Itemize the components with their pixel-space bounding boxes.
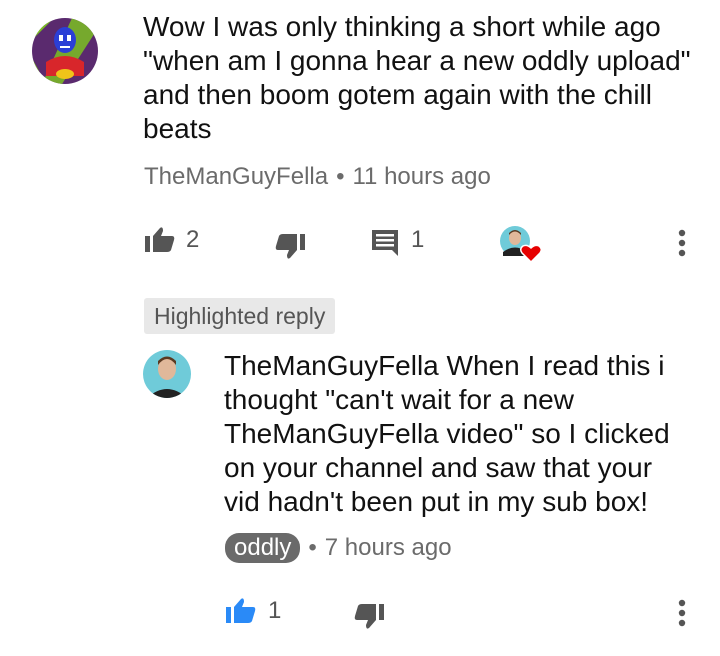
reply-like-count: 1 (268, 597, 282, 624)
meta-separator: • (308, 534, 317, 561)
reply-body: TheManGuyFella When I read this i though… (224, 349, 694, 519)
comment-time: 11 hours ago (352, 163, 491, 190)
highlighted-reply-badge: Highlighted reply (144, 298, 336, 334)
meta-separator: • (336, 163, 345, 190)
creator-chip[interactable]: oddly (225, 533, 301, 563)
thumbs-up-icon (226, 598, 256, 623)
more-vert-icon (678, 599, 686, 627)
reply-mention[interactable]: TheManGuyFella (224, 350, 439, 381)
reply-dislike-button[interactable] (354, 604, 384, 630)
comment-author[interactable]: TheManGuyFella (144, 163, 328, 190)
dislike-button[interactable] (275, 234, 305, 260)
comment-text: Wow I was only thinking a short while ag… (143, 11, 691, 144)
reply-more-button[interactable] (678, 599, 686, 627)
reply-like-button[interactable] (226, 597, 256, 623)
reply-count: 1 (411, 226, 425, 253)
comment-meta: TheManGuyFella • 11 hours ago (144, 163, 491, 191)
comment-icon (372, 230, 398, 256)
reply-meta: oddly • 7 hours ago (225, 533, 452, 563)
reply-button[interactable] (372, 230, 398, 256)
comment-more-button[interactable] (678, 229, 686, 257)
thumbs-up-icon (145, 227, 175, 252)
reply-avatar[interactable] (143, 350, 191, 398)
like-count: 2 (186, 226, 200, 253)
reply-time: 7 hours ago (324, 534, 452, 561)
more-vert-icon (678, 229, 686, 257)
like-button[interactable] (145, 226, 175, 252)
commenter-avatar[interactable] (32, 18, 98, 84)
thumbs-down-icon (354, 604, 384, 629)
creator-heart-badge (500, 225, 543, 265)
heart-icon (519, 244, 543, 264)
thumbs-down-icon (275, 234, 305, 259)
